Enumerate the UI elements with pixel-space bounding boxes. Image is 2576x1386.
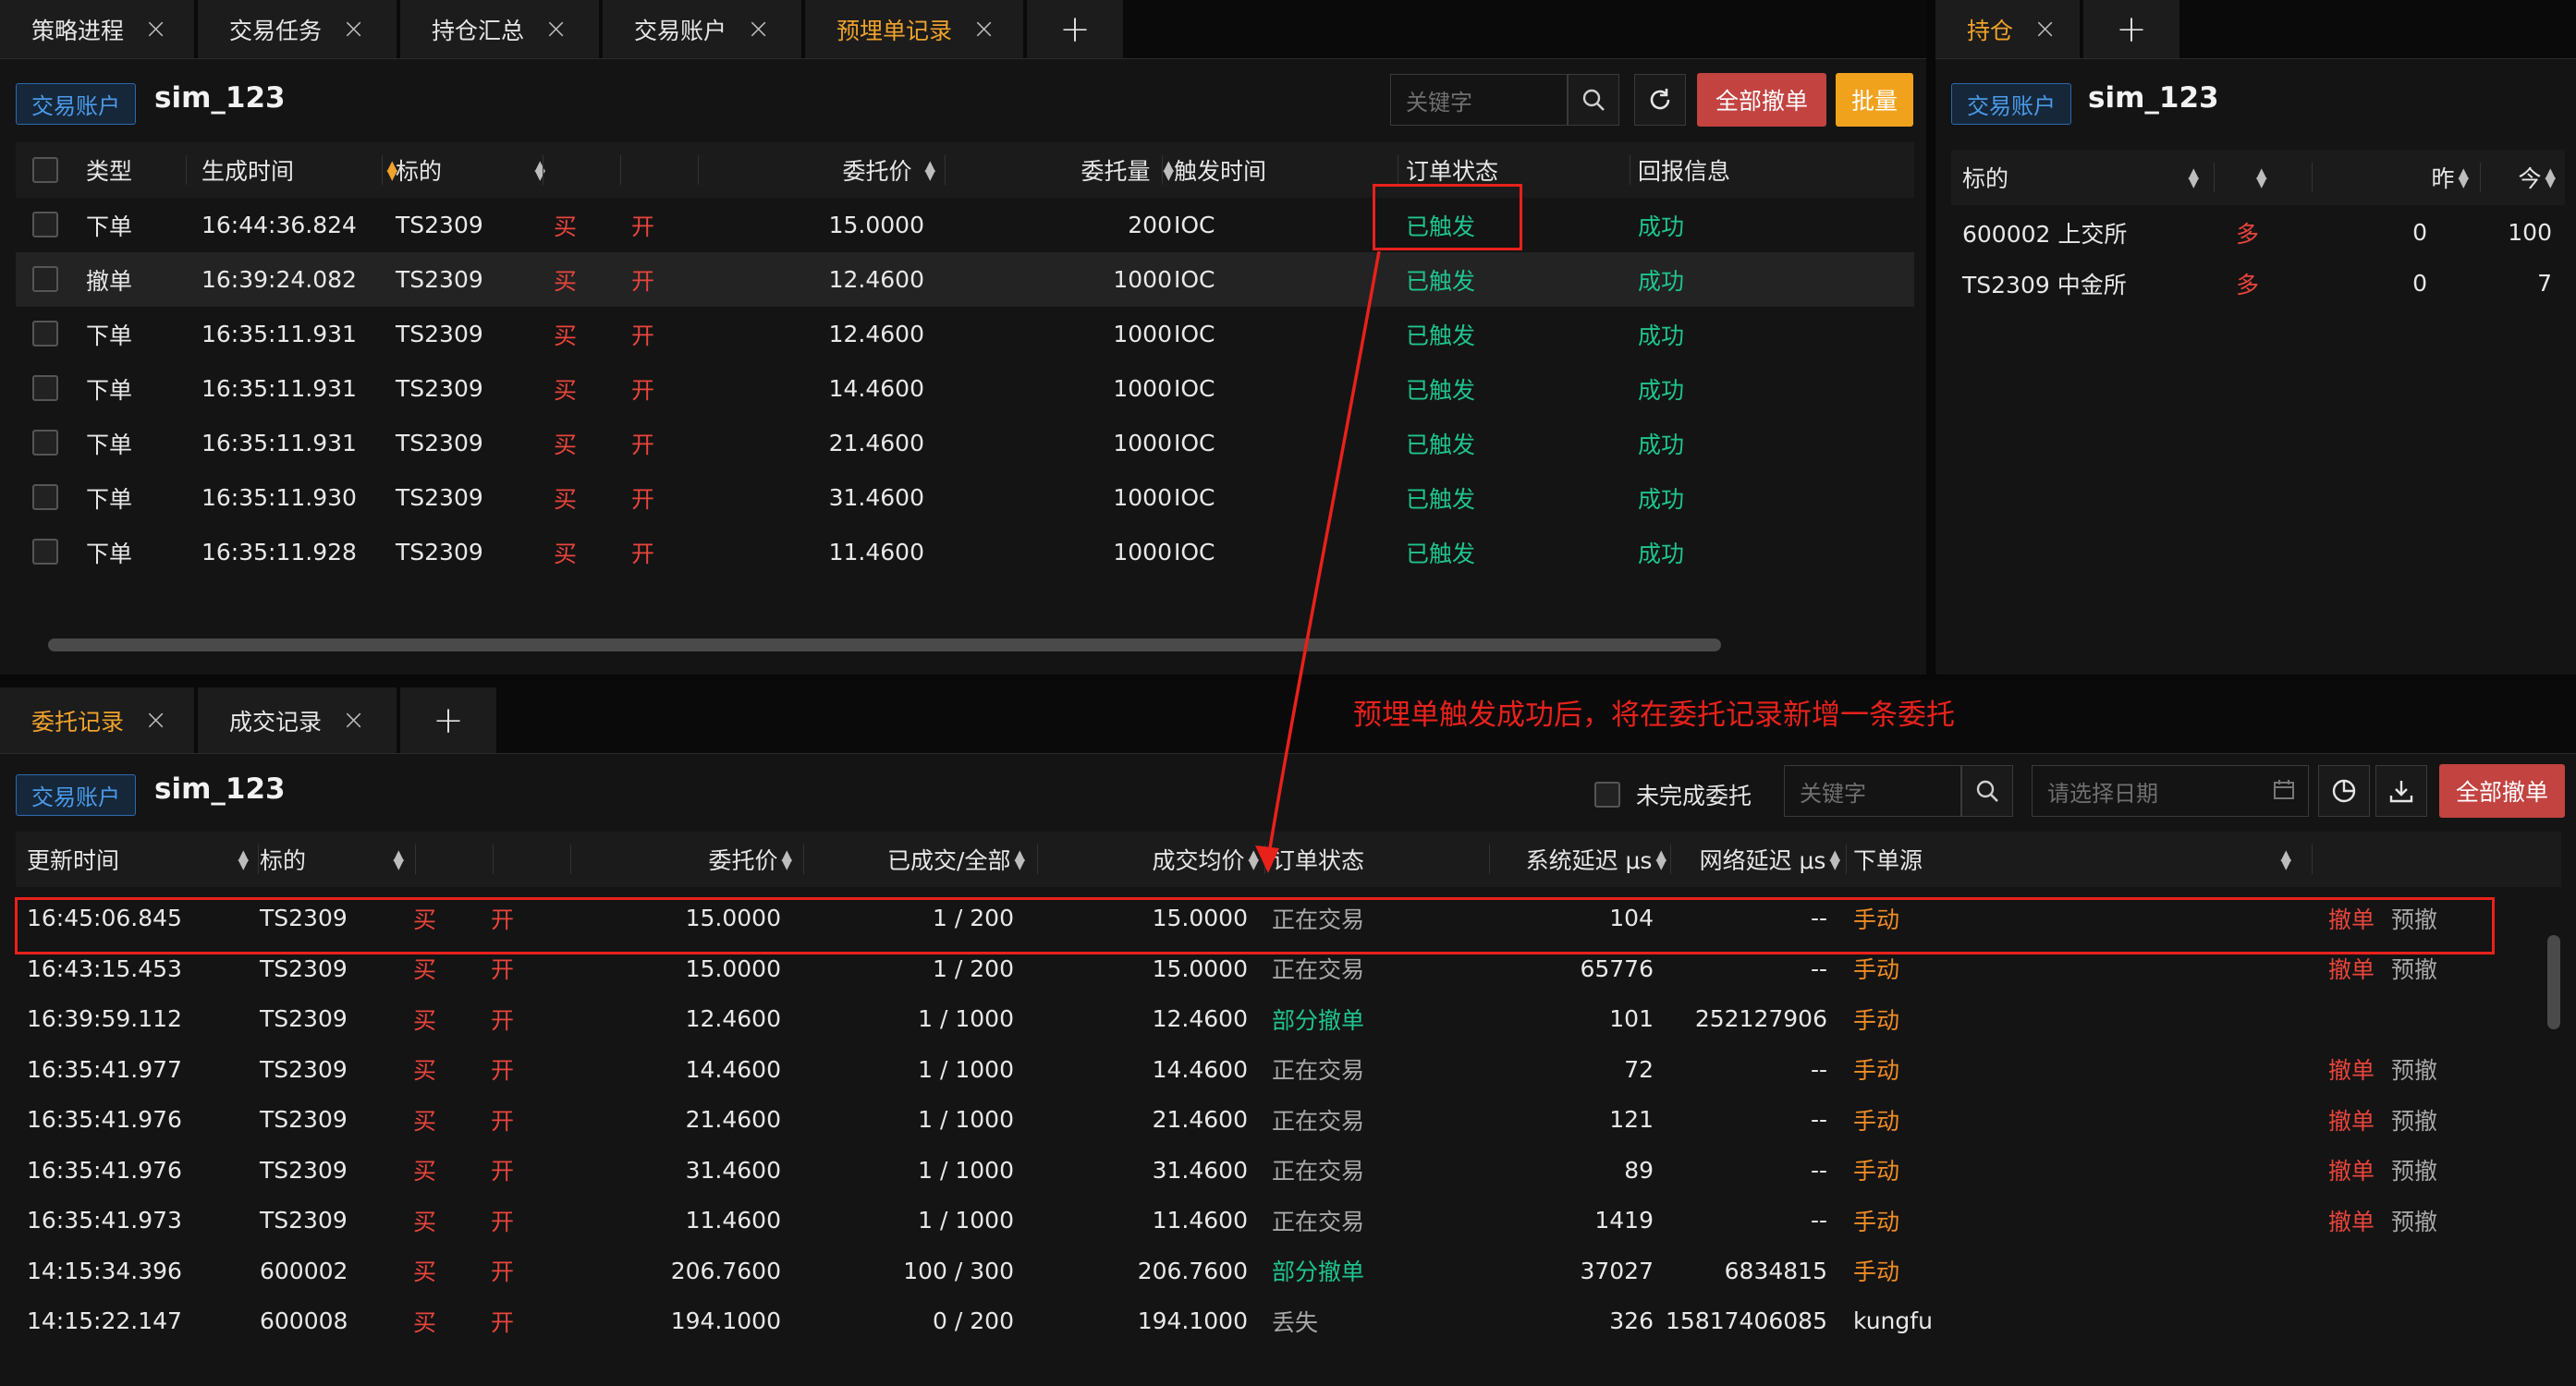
annotation-arrow [1255, 250, 1381, 873]
annotation-text: 预埋单触发成功后，将在委托记录新增一条委托 [1353, 699, 1955, 732]
app-window: 策略进程 × 交易任务 × 持仓汇总 × 交易账户 × 预埋单记录 × + 持仓 × + 交… [0, 0, 2576, 1386]
